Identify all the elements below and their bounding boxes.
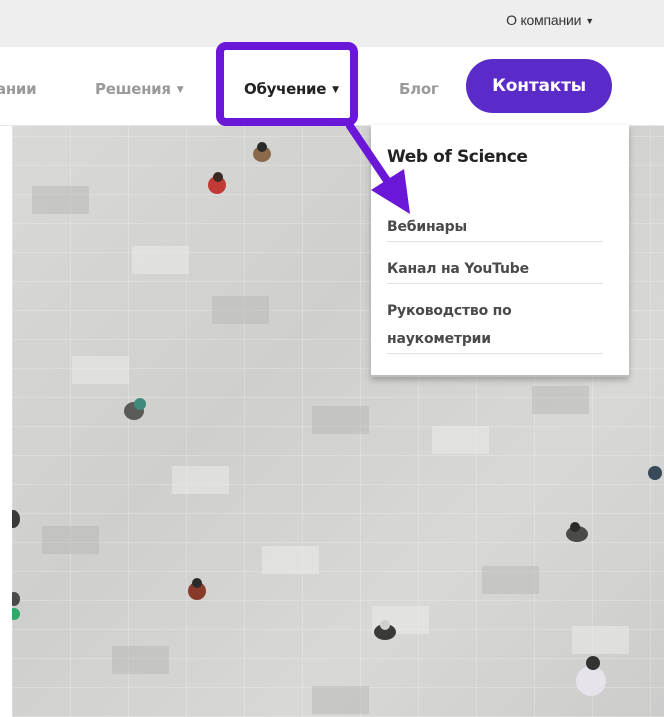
nav-item-learning-label: Обучение [244, 80, 327, 98]
pedestrian [184, 578, 210, 604]
pavement-tile [212, 296, 269, 324]
pedestrian [204, 172, 230, 198]
dropdown-title[interactable]: Web of Science [387, 147, 528, 167]
nav-item-learning[interactable]: Обучение ▼ [244, 80, 339, 98]
pavement-tile [482, 566, 539, 594]
pavement-tile [172, 466, 229, 494]
about-company-label: О компании [506, 12, 582, 28]
nav-item-solutions[interactable]: Решения ▼ [95, 80, 184, 98]
pedestrian [572, 656, 612, 706]
nav-item-blog[interactable]: Блог [399, 80, 439, 98]
pavement-tile [32, 186, 89, 214]
pedestrian [372, 618, 398, 644]
pavement-tile [112, 646, 169, 674]
pavement-tile [42, 526, 99, 554]
main-navigation: ании Решения ▼ Обучение ▼ Блог Контакты [0, 47, 664, 126]
nav-item-blog-label: Блог [399, 80, 439, 98]
pavement-tile [312, 406, 369, 434]
about-company-menu[interactable]: О компании ▼ [506, 12, 594, 28]
pedestrian [12, 590, 34, 620]
learning-dropdown-menu: Web of Science Вебинары Канал на YouTube… [371, 125, 629, 377]
pavement-tile [572, 626, 629, 654]
pedestrian [12, 506, 32, 532]
dropdown-item-scientometrics-guide[interactable]: Руководство по наукометрии [387, 297, 603, 354]
pavement-tile [72, 356, 129, 384]
pavement-tile [312, 686, 369, 714]
pedestrian [564, 520, 590, 546]
pedestrian [648, 462, 664, 488]
caret-down-icon: ▼ [176, 85, 184, 95]
pavement-tile [532, 386, 589, 414]
contacts-button[interactable]: Контакты [466, 59, 612, 113]
pavement-tile [262, 546, 319, 574]
pedestrian [122, 396, 148, 422]
pavement-tile [132, 246, 189, 274]
caret-down-icon: ▼ [332, 85, 339, 95]
caret-down-icon: ▼ [585, 16, 594, 26]
pedestrian [250, 140, 276, 166]
top-utility-bar: О компании ▼ [0, 0, 664, 47]
nav-item-about[interactable]: ании [0, 80, 37, 98]
nav-item-solutions-label: Решения [95, 80, 171, 98]
dropdown-item-youtube[interactable]: Канал на YouTube [387, 255, 603, 284]
pavement-tile [432, 426, 489, 454]
dropdown-item-webinars[interactable]: Вебинары [387, 213, 603, 242]
nav-item-about-label: ании [0, 80, 37, 98]
